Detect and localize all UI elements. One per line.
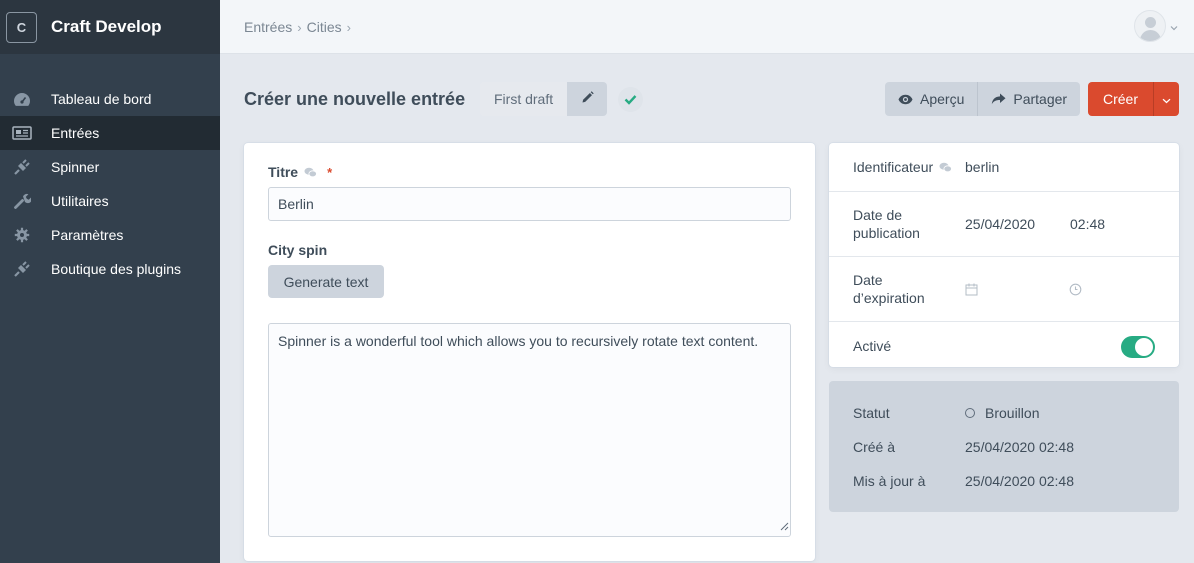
created-label: Créé à bbox=[853, 439, 896, 455]
plug-icon bbox=[12, 157, 32, 177]
sidebar-item-plugin-store[interactable]: Boutique des plugins bbox=[0, 252, 220, 286]
expiry-date-input[interactable] bbox=[965, 283, 978, 299]
expiry-date-label: Date d’expiration bbox=[853, 272, 925, 306]
sidebar-item-label: Boutique des plugins bbox=[51, 261, 181, 277]
sidebar-item-label: Tableau de bord bbox=[51, 91, 152, 107]
create-menu-button[interactable] bbox=[1153, 82, 1179, 116]
sidebar-item-utilities[interactable]: Utilitaires bbox=[0, 184, 220, 218]
slug-input[interactable]: berlin bbox=[965, 159, 999, 175]
main-nav: Tableau de bord Entrées Spinner Utilitai… bbox=[0, 82, 220, 286]
eye-icon bbox=[898, 94, 913, 105]
spin-textarea[interactable]: Spinner is a wonderful tool which allows… bbox=[268, 323, 791, 537]
post-date-row: Date de publication 25/04/2020 02:48 bbox=[829, 192, 1179, 257]
enabled-toggle[interactable] bbox=[1121, 336, 1155, 358]
title-input[interactable]: Berlin bbox=[268, 187, 791, 221]
content-pane: Titre * Berlin City spin Generate text S… bbox=[244, 143, 815, 561]
breadcrumb-item-entries[interactable]: Entrées bbox=[244, 19, 292, 35]
gear-icon bbox=[12, 225, 32, 245]
updated-label: Mis à jour à bbox=[853, 473, 926, 489]
title-field-label: Titre * bbox=[268, 164, 332, 180]
translation-icon bbox=[939, 162, 953, 173]
post-date-input[interactable]: 25/04/2020 bbox=[965, 216, 1035, 232]
sidebar-item-spinner[interactable]: Spinner bbox=[0, 150, 220, 184]
create-button[interactable]: Créer bbox=[1088, 82, 1153, 116]
account-menu[interactable] bbox=[1134, 10, 1178, 42]
share-button[interactable]: Partager bbox=[978, 82, 1081, 116]
sidebar-item-label: Paramètres bbox=[51, 227, 124, 243]
top-bar: Entrées › Cities › bbox=[220, 0, 1194, 54]
site-logo[interactable]: C bbox=[6, 11, 37, 43]
site-name[interactable]: Craft Develop bbox=[51, 17, 162, 37]
entry-meta-pane: Identificateur berlin Date de publicatio… bbox=[829, 143, 1179, 367]
textarea-text: Spinner is a wonderful tool which allows… bbox=[278, 333, 759, 349]
status-text: Brouillon bbox=[985, 405, 1040, 421]
gauge-icon bbox=[12, 89, 32, 109]
avatar-body-shape bbox=[1140, 30, 1161, 41]
status-value: Brouillon bbox=[965, 405, 1039, 421]
share-label: Partager bbox=[1013, 91, 1068, 107]
sidebar-item-label: Spinner bbox=[51, 159, 100, 175]
city-spin-label: City spin bbox=[268, 242, 328, 258]
status-pane: Statut Brouillon Créé à 25/04/2020 02:48… bbox=[829, 381, 1179, 512]
draft-name-button[interactable]: First draft bbox=[480, 82, 568, 116]
pencil-icon bbox=[581, 91, 594, 107]
avatar[interactable] bbox=[1134, 10, 1166, 42]
sidebar-item-dashboard[interactable]: Tableau de bord bbox=[0, 82, 220, 116]
status-indicator-icon bbox=[965, 408, 975, 418]
sidebar-item-label: Entrées bbox=[51, 125, 100, 141]
chevron-down-icon[interactable] bbox=[1170, 18, 1178, 34]
breadcrumb-separator: › bbox=[297, 19, 302, 35]
post-time-input[interactable]: 02:48 bbox=[1070, 216, 1105, 232]
enabled-row: Activé bbox=[829, 322, 1179, 367]
sidebar-item-settings[interactable]: Paramètres bbox=[0, 218, 220, 252]
breadcrumb-separator: › bbox=[346, 19, 351, 35]
page-title: Créer une nouvelle entrée bbox=[244, 89, 466, 109]
sidebar-header: C Craft Develop bbox=[0, 0, 220, 54]
status-label: Statut bbox=[853, 405, 890, 421]
generate-text-button[interactable]: Generate text bbox=[268, 265, 384, 298]
clock-icon bbox=[1069, 283, 1082, 299]
share-arrow-icon bbox=[991, 93, 1006, 105]
edit-draft-button[interactable] bbox=[567, 82, 608, 116]
breadcrumb: Entrées › Cities › bbox=[244, 19, 356, 35]
required-indicator: * bbox=[327, 164, 333, 180]
breadcrumb-item-cities[interactable]: Cities bbox=[307, 19, 342, 35]
preview-button[interactable]: Aperçu bbox=[885, 82, 979, 116]
calendar-icon bbox=[965, 283, 978, 299]
enabled-label: Activé bbox=[853, 338, 892, 354]
toggle-knob bbox=[1135, 338, 1153, 356]
chevron-down-icon bbox=[1162, 91, 1171, 107]
expiry-time-input[interactable] bbox=[1069, 283, 1082, 299]
translation-icon bbox=[304, 167, 317, 178]
check-icon bbox=[624, 92, 637, 108]
newspaper-icon bbox=[12, 123, 32, 143]
create-button-group: Créer bbox=[1088, 82, 1179, 116]
saved-status-indicator bbox=[618, 87, 643, 112]
sidebar: C Craft Develop Tableau de bord Entrées … bbox=[0, 0, 220, 563]
wrench-icon bbox=[12, 191, 32, 211]
slug-label-text: Identificateur bbox=[853, 159, 934, 175]
slug-row: Identificateur berlin bbox=[829, 143, 1179, 192]
expiry-date-row: Date d’expiration bbox=[829, 257, 1179, 322]
preview-label: Aperçu bbox=[920, 91, 965, 107]
preview-share-group: Aperçu Partager bbox=[885, 82, 1081, 116]
plug-icon bbox=[12, 259, 32, 279]
slug-label: Identificateur bbox=[853, 158, 953, 176]
draft-group: First draft bbox=[480, 82, 608, 116]
avatar-head-shape bbox=[1145, 17, 1156, 28]
sidebar-item-label: Utilitaires bbox=[51, 193, 109, 209]
resize-handle-icon[interactable] bbox=[780, 517, 789, 535]
sidebar-item-entries[interactable]: Entrées bbox=[0, 116, 220, 150]
updated-value: 25/04/2020 02:48 bbox=[965, 473, 1074, 489]
post-date-label: Date de publication bbox=[853, 207, 920, 241]
created-value: 25/04/2020 02:48 bbox=[965, 439, 1074, 455]
title-label: Titre bbox=[268, 164, 299, 180]
